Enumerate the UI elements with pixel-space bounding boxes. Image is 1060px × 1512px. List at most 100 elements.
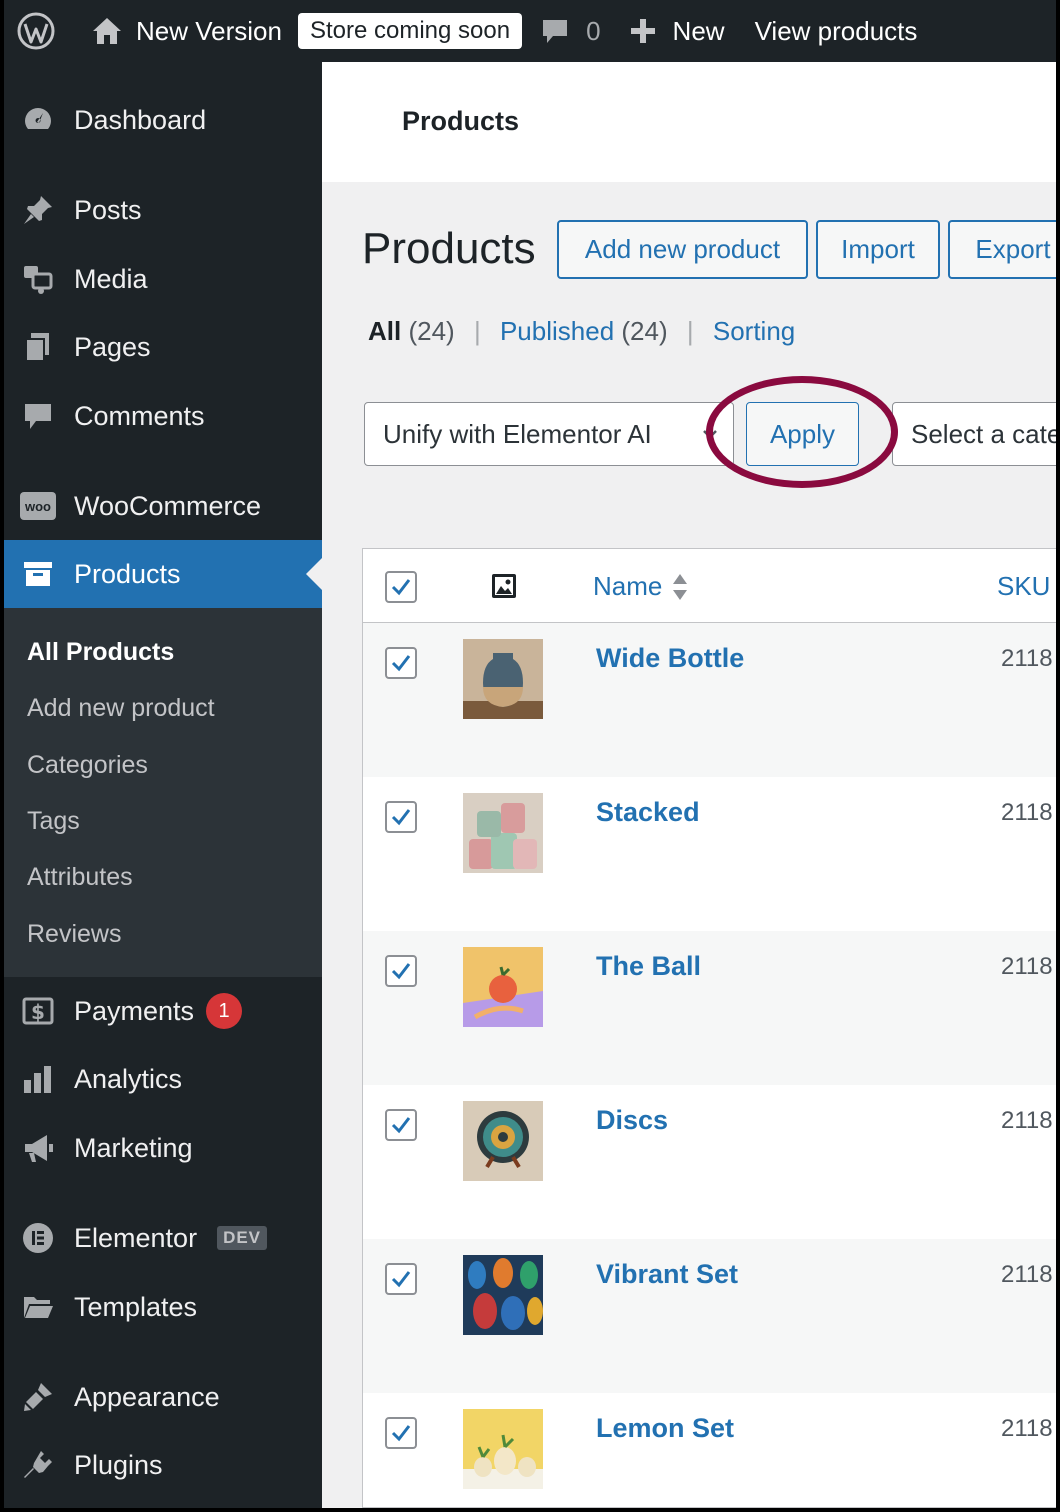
row-checkbox[interactable] (385, 1417, 417, 1449)
product-sku: 2118 (1001, 799, 1053, 826)
sidebar-item-label: Dashboard (74, 104, 207, 135)
header-title: Products (402, 106, 520, 136)
sku-column-header[interactable]: SKU (997, 571, 1050, 602)
site-home-link[interactable]: New Version (90, 0, 282, 62)
submenu-all-products[interactable]: All Products (27, 638, 174, 667)
table-row: Stacked 2118 (363, 777, 1056, 931)
row-checkbox[interactable] (385, 647, 417, 679)
product-name-link[interactable]: The Ball (596, 951, 701, 982)
row-checkbox[interactable] (385, 1109, 417, 1141)
woo-icon: woo (20, 488, 56, 524)
row-checkbox[interactable] (385, 1263, 417, 1295)
row-checkbox[interactable] (385, 801, 417, 833)
dashboard-icon (20, 102, 56, 138)
elementor-icon (20, 1220, 56, 1256)
product-thumbnail[interactable] (463, 793, 543, 873)
product-thumbnail[interactable] (463, 1409, 543, 1489)
sidebar-item-comments[interactable]: Comments (4, 382, 322, 450)
sidebar-item-posts[interactable]: Posts (4, 176, 322, 244)
status-filter-links: All (24) | Published (24) | Sorting (368, 316, 795, 347)
submenu-add-new-product[interactable]: Add new product (27, 694, 215, 723)
sidebar-item-plugins[interactable]: Plugins (4, 1431, 322, 1499)
sidebar-item-label: Posts (74, 194, 142, 225)
table-row: The Ball 2118 (363, 931, 1056, 1085)
sidebar-item-label: Pages (74, 331, 151, 362)
admin-sidebar: Dashboard Posts Media Pages Comments woo… (4, 62, 322, 1508)
pin-icon (20, 192, 56, 228)
submenu-tags[interactable]: Tags (27, 807, 80, 836)
view-products-label: View products (754, 15, 918, 46)
checkmark-icon (391, 809, 411, 826)
product-thumbnail[interactable] (463, 639, 543, 719)
filter-sorting[interactable]: Sorting (713, 316, 795, 346)
product-thumbnail[interactable] (463, 1101, 543, 1181)
product-sku: 2118 (1001, 1261, 1053, 1288)
sidebar-item-analytics[interactable]: Analytics (4, 1045, 322, 1113)
select-all-checkbox[interactable] (385, 571, 417, 603)
woo-icon-text: woo (20, 492, 56, 520)
product-sku: 2118 (1001, 953, 1053, 980)
filter-all[interactable]: All (368, 316, 401, 346)
sidebar-item-woocommerce[interactable]: woo WooCommerce (4, 472, 322, 540)
payments-notification-badge: 1 (206, 993, 243, 1029)
product-name-link[interactable]: Lemon Set (596, 1413, 734, 1444)
sidebar-item-label: Analytics (74, 1063, 183, 1094)
sidebar-item-label: Payments (74, 995, 195, 1026)
submenu-categories[interactable]: Categories (27, 751, 148, 780)
wordpress-logo-link[interactable] (4, 0, 56, 62)
sidebar-item-elementor[interactable]: Elementor DEV (4, 1204, 322, 1272)
svg-text:$: $ (31, 1000, 45, 1024)
store-status-badge[interactable]: Store coming soon (297, 13, 523, 49)
filter-separator: | (686, 316, 694, 346)
checkmark-icon (391, 1425, 411, 1442)
product-name-link[interactable]: Discs (596, 1105, 668, 1136)
checkmark-icon (391, 963, 411, 980)
page-title: Products (362, 224, 536, 273)
add-new-product-button[interactable]: Add new product (557, 220, 808, 279)
product-thumbnail[interactable] (463, 947, 543, 1027)
sidebar-item-dashboard[interactable]: Dashboard (4, 86, 322, 154)
sidebar-item-label: Templates (74, 1291, 198, 1322)
sort-icon (673, 573, 688, 600)
sidebar-item-label: Marketing (74, 1132, 193, 1163)
name-column-header[interactable]: Name (593, 571, 688, 602)
products-table: Name SKU Wide Bottle 2118 Stacked 2118 T… (362, 548, 1056, 1508)
product-thumbnail[interactable] (463, 1255, 543, 1335)
image-icon (492, 574, 516, 598)
table-header: Name SKU (363, 549, 1056, 623)
product-sku: 2118 (1001, 645, 1053, 672)
pages-icon (20, 329, 56, 365)
sidebar-item-marketing[interactable]: Marketing (4, 1114, 322, 1182)
sidebar-item-products[interactable]: Products (4, 540, 322, 608)
new-content-link[interactable]: New (629, 0, 725, 62)
product-name-link[interactable]: Vibrant Set (596, 1259, 738, 1290)
view-products-link[interactable]: View products (755, 0, 918, 62)
product-name-link[interactable]: Stacked (596, 797, 700, 828)
sidebar-item-appearance[interactable]: Appearance (4, 1363, 322, 1431)
filter-published[interactable]: Published (500, 316, 614, 346)
bulk-action-select[interactable]: Unify with Elementor AI (364, 402, 734, 466)
dollar-icon: $ (20, 993, 56, 1029)
sidebar-item-pages[interactable]: Pages (4, 313, 322, 381)
category-filter-select[interactable]: Select a category (892, 402, 1056, 466)
sidebar-item-label: Media (74, 263, 148, 294)
home-icon (93, 18, 121, 44)
table-row: Discs 2118 (363, 1085, 1056, 1239)
import-button[interactable]: Import (816, 220, 940, 279)
export-button[interactable]: Export (948, 220, 1056, 279)
comment-icon (20, 398, 56, 434)
filter-all-count: (24) (408, 316, 455, 346)
table-row: Lemon Set 2118 (363, 1393, 1056, 1507)
sidebar-item-templates[interactable]: Templates (4, 1273, 322, 1341)
apply-highlight-annotation (706, 376, 898, 488)
submenu-reviews[interactable]: Reviews (27, 920, 121, 949)
product-sku: 2118 (1001, 1415, 1053, 1442)
row-checkbox[interactable] (385, 955, 417, 987)
megaphone-icon (20, 1130, 56, 1166)
submenu-attributes[interactable]: Attributes (27, 863, 133, 892)
media-icon (20, 261, 56, 297)
comments-link[interactable]: 0 (540, 0, 601, 62)
sidebar-item-media[interactable]: Media (4, 245, 322, 313)
product-name-link[interactable]: Wide Bottle (596, 643, 744, 674)
sidebar-item-payments[interactable]: $ Payments 1 (4, 977, 322, 1045)
